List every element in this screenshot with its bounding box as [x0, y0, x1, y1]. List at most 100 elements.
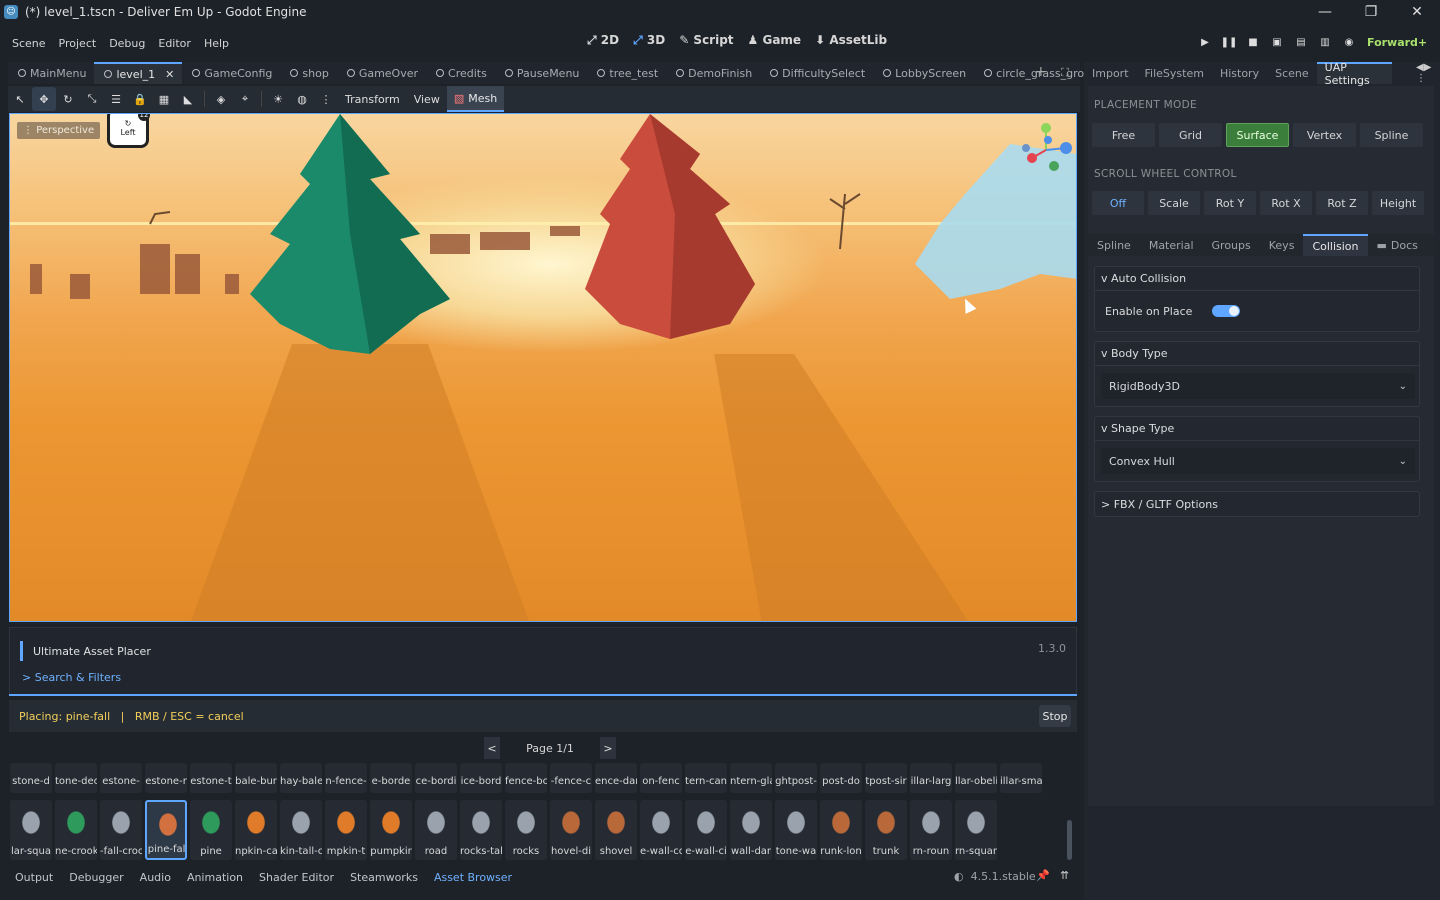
tab-output[interactable]: Output [0, 871, 61, 884]
body-type-header[interactable]: v Body Type [1095, 342, 1419, 366]
tab-asset-browser[interactable]: Asset Browser [426, 871, 520, 884]
button-3d[interactable]: ⤢ 3D [633, 33, 665, 48]
asset-tile[interactable]: rocks-tal [460, 800, 502, 860]
asset-tile[interactable]: ntern-gla [730, 763, 772, 793]
auto-collision-header[interactable]: v Auto Collision [1095, 267, 1419, 291]
asset-tile[interactable]: estone-r [145, 763, 187, 793]
stop-icon[interactable]: ■ [1246, 35, 1260, 49]
asset-tile[interactable]: wall-dar [730, 800, 772, 860]
mesh-menu[interactable]: ▧ Mesh [446, 86, 505, 112]
tab-shop[interactable]: shop [280, 62, 336, 84]
asset-tile[interactable]: hovel-di [550, 800, 592, 860]
tab-filesystem[interactable]: FileSystem [1137, 62, 1212, 84]
tab-debugger[interactable]: Debugger [61, 871, 131, 884]
close-icon[interactable]: ✕ [1394, 0, 1440, 24]
asset-tile[interactable]: tpost-sir [865, 763, 907, 793]
mode-spline[interactable]: Spline [1360, 123, 1423, 147]
dock-arrows-icon[interactable]: ◀▶ ⋮ [1416, 62, 1440, 84]
tab-import[interactable]: Import [1084, 62, 1137, 84]
asset-tile[interactable]: rn-squar [955, 800, 997, 860]
asset-tile[interactable]: ne-crook [55, 800, 97, 860]
asset-tile[interactable]: bale-bur [235, 763, 277, 793]
tab-scene[interactable]: Scene [1267, 62, 1317, 84]
lock-icon[interactable]: 🔒 [128, 87, 152, 111]
tab-steamworks[interactable]: Steamworks [342, 871, 426, 884]
view-menu[interactable]: View [407, 93, 447, 106]
button-game[interactable]: ♟ Game [748, 33, 802, 48]
menu-scene[interactable]: Scene [6, 37, 53, 50]
list-select-icon[interactable]: ☰ [104, 87, 128, 111]
snap-icon[interactable]: ⌖ [233, 87, 257, 111]
asset-tile[interactable]: ce-bordi [415, 763, 457, 793]
maximize-icon[interactable]: ❐ [1348, 0, 1394, 24]
asset-tile[interactable]: stone-d [10, 763, 52, 793]
distraction-free-icon[interactable]: ⛶ [1061, 66, 1069, 80]
asset-grid-scrollbar[interactable] [1067, 820, 1072, 860]
subtab-keys[interactable]: Keys [1260, 234, 1304, 256]
scroll-height[interactable]: Height [1372, 191, 1424, 215]
ruler-icon[interactable]: ◣ [176, 87, 200, 111]
move-tool-icon[interactable]: ✥ [32, 87, 56, 111]
asset-tile[interactable]: n-fence- [325, 763, 367, 793]
asset-tile[interactable]: tern-can [685, 763, 727, 793]
tab-gameover[interactable]: GameOver [337, 62, 426, 84]
subtab-spline[interactable]: Spline [1088, 234, 1140, 256]
3d-viewport[interactable]: ⋮ Perspective ↻ Left 12 [9, 113, 1077, 622]
button-script[interactable]: ✎ Script [679, 33, 733, 48]
pause-icon[interactable]: ❚❚ [1221, 35, 1238, 49]
expand-panel-icon[interactable]: ⇈ [1060, 869, 1069, 882]
more-options-icon[interactable]: ⋮ [314, 87, 338, 111]
asset-tile[interactable]: mpkin-t [325, 800, 367, 860]
play-scene-icon[interactable]: ▤ [1294, 35, 1308, 49]
movie-maker-icon[interactable]: ◉ [1342, 35, 1356, 49]
asset-tile[interactable]: e-wall-co [640, 800, 682, 860]
asset-tile[interactable]: rocks [505, 800, 547, 860]
local-space-icon[interactable]: ◈ [209, 87, 233, 111]
asset-tile[interactable]: post-do [820, 763, 862, 793]
next-page-button[interactable]: > [600, 737, 616, 759]
rotate-tool-icon[interactable]: ↻ [56, 87, 80, 111]
asset-tile[interactable]: tone-dec [55, 763, 97, 793]
enable-on-place-toggle[interactable] [1212, 305, 1241, 317]
scroll-rot-x[interactable]: Rot X [1260, 191, 1312, 215]
close-tab-icon[interactable]: ✕ [165, 68, 174, 81]
tab-demofinish[interactable]: DemoFinish [666, 62, 760, 84]
asset-tile[interactable]: on-fenc [640, 763, 682, 793]
asset-tile[interactable]: pine-fall [145, 800, 187, 860]
asset-tile[interactable]: pumpkir [370, 800, 412, 860]
subtab-collision[interactable]: Collision [1303, 234, 1368, 256]
group-icon[interactable]: ▦ [152, 87, 176, 111]
minimize-icon[interactable]: — [1302, 0, 1348, 24]
scroll-off[interactable]: Off [1092, 191, 1144, 215]
scroll-rot-z[interactable]: Rot Z [1316, 191, 1368, 215]
asset-tile[interactable]: ghtpost- [775, 763, 817, 793]
body-type-dropdown[interactable]: RigidBody3D ⌄ [1101, 373, 1415, 399]
scroll-scale[interactable]: Scale [1148, 191, 1200, 215]
tab-credits[interactable]: Credits [426, 62, 495, 84]
tab-level-1[interactable]: level_1 ✕ [94, 62, 183, 84]
asset-tile[interactable]: e-wall-ci [685, 800, 727, 860]
asset-tile[interactable]: e-borde [370, 763, 412, 793]
tab-gameconfig[interactable]: GameConfig [182, 62, 280, 84]
tab-history[interactable]: History [1212, 62, 1267, 84]
fbx-options-header[interactable]: > FBX / GLTF Options [1095, 492, 1419, 516]
subtab-docs[interactable]: ▬ Docs [1368, 234, 1427, 256]
prev-page-button[interactable]: < [484, 737, 500, 759]
mode-free[interactable]: Free [1092, 123, 1155, 147]
asset-tile[interactable]: -fall-croc [100, 800, 142, 860]
asset-tile[interactable]: tone-wa [775, 800, 817, 860]
tab-pausemenu[interactable]: PauseMenu [495, 62, 588, 84]
view-orientation-gizmo[interactable] [1018, 122, 1074, 178]
asset-tile[interactable]: ice-bord [460, 763, 502, 793]
shape-type-header[interactable]: v Shape Type [1095, 417, 1419, 441]
asset-tile[interactable]: road [415, 800, 457, 860]
tab-uap-settings[interactable]: UAP Settings [1316, 61, 1393, 87]
asset-tile[interactable]: trunk [865, 800, 907, 860]
tab-lobbyscreen[interactable]: LobbyScreen [873, 62, 974, 84]
shape-type-dropdown[interactable]: Convex Hull ⌄ [1101, 448, 1415, 474]
tab-difficultyselect[interactable]: DifficultySelect [760, 62, 873, 84]
tab-shader-editor[interactable]: Shader Editor [251, 871, 342, 884]
asset-tile[interactable]: pine [190, 800, 232, 860]
asset-tile[interactable]: illar-larg [910, 763, 952, 793]
play-custom-scene-icon[interactable]: ▥ [1318, 35, 1332, 49]
